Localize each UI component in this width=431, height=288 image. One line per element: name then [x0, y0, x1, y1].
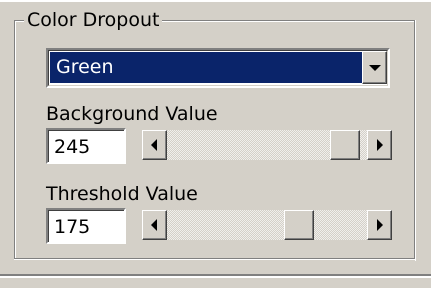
- threshold-value-text: 175: [54, 216, 91, 238]
- threshold-value-scrollbar[interactable]: [142, 210, 392, 240]
- color-select-value[interactable]: Green: [50, 52, 362, 83]
- background-scroll-thumb[interactable]: [330, 130, 360, 160]
- groupbox-border: [415, 20, 416, 261]
- threshold-scroll-left-button[interactable]: [142, 210, 167, 240]
- panel-top-edge: [0, 0, 431, 2]
- arrow-right-icon: [377, 139, 383, 151]
- background-value-input[interactable]: 245: [46, 128, 126, 164]
- background-value-label: Background Value: [46, 103, 218, 125]
- groupbox-title: Color Dropout: [24, 9, 163, 31]
- color-select-dropdown-button[interactable]: [362, 51, 387, 84]
- chevron-down-icon: [369, 65, 381, 71]
- background-scroll-left-button[interactable]: [142, 130, 167, 160]
- background-value-scrollbar[interactable]: [142, 130, 392, 160]
- background-value-text: 245: [54, 136, 91, 158]
- arrow-left-icon: [151, 219, 157, 231]
- groupbox-border: [14, 259, 416, 260]
- background-scroll-right-button[interactable]: [367, 130, 392, 160]
- arrow-right-icon: [377, 219, 383, 231]
- threshold-scroll-right-button[interactable]: [367, 210, 392, 240]
- threshold-scroll-thumb[interactable]: [284, 210, 314, 240]
- threshold-value-label: Threshold Value: [46, 183, 198, 205]
- panel-bottom-edge-light: [0, 276, 431, 278]
- color-dropout-panel: Color Dropout Green Background Value 245…: [0, 0, 431, 288]
- groupbox-border: [15, 21, 16, 260]
- color-select[interactable]: Green: [46, 48, 390, 88]
- arrow-left-icon: [151, 139, 157, 151]
- threshold-value-input[interactable]: 175: [46, 208, 126, 244]
